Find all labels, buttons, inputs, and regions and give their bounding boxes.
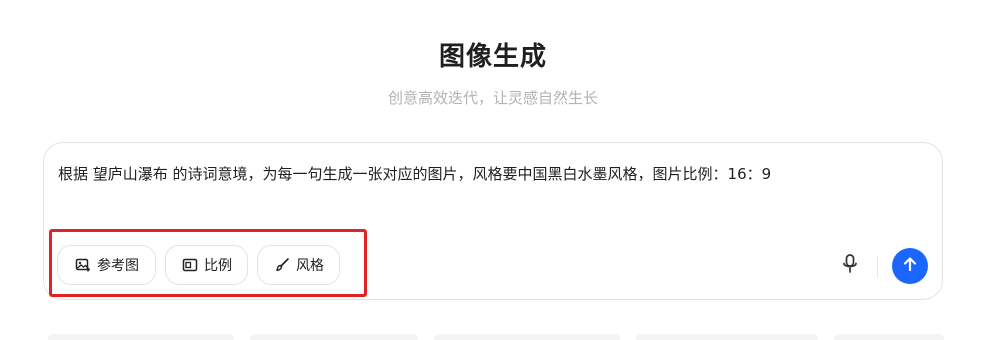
gallery-card[interactable] xyxy=(636,334,818,340)
arrow-up-icon xyxy=(901,255,919,277)
send-button[interactable] xyxy=(892,248,928,284)
gallery-card[interactable] xyxy=(434,334,620,340)
microphone-icon xyxy=(840,253,860,279)
aspect-ratio-icon xyxy=(181,256,199,274)
gallery-card[interactable] xyxy=(250,334,418,340)
aspect-ratio-label: 比例 xyxy=(204,258,232,274)
reference-image-button[interactable]: 参考图 xyxy=(57,245,156,285)
gallery-card[interactable] xyxy=(834,334,944,340)
gallery-card[interactable] xyxy=(48,334,234,340)
prompt-input[interactable]: 根据 望庐山瀑布 的诗词意境，为每一句生成一张对应的图片，风格要中国黑白水墨风格… xyxy=(58,163,922,185)
style-button[interactable]: 风格 xyxy=(257,245,340,285)
brush-icon xyxy=(273,256,291,274)
style-label: 风格 xyxy=(296,258,324,274)
reference-image-label: 参考图 xyxy=(97,258,139,274)
image-generation-page: 图像生成 创意高效迭代，让灵感自然生长 根据 望庐山瀑布 的诗词意境，为每一句生… xyxy=(0,0,986,340)
image-plus-icon xyxy=(74,256,92,274)
aspect-ratio-button[interactable]: 比例 xyxy=(165,245,248,285)
page-title: 图像生成 xyxy=(438,42,547,72)
page-subtitle: 创意高效迭代，让灵感自然生长 xyxy=(387,89,598,107)
voice-input-button[interactable] xyxy=(838,254,862,278)
toolbar-divider xyxy=(877,256,878,278)
